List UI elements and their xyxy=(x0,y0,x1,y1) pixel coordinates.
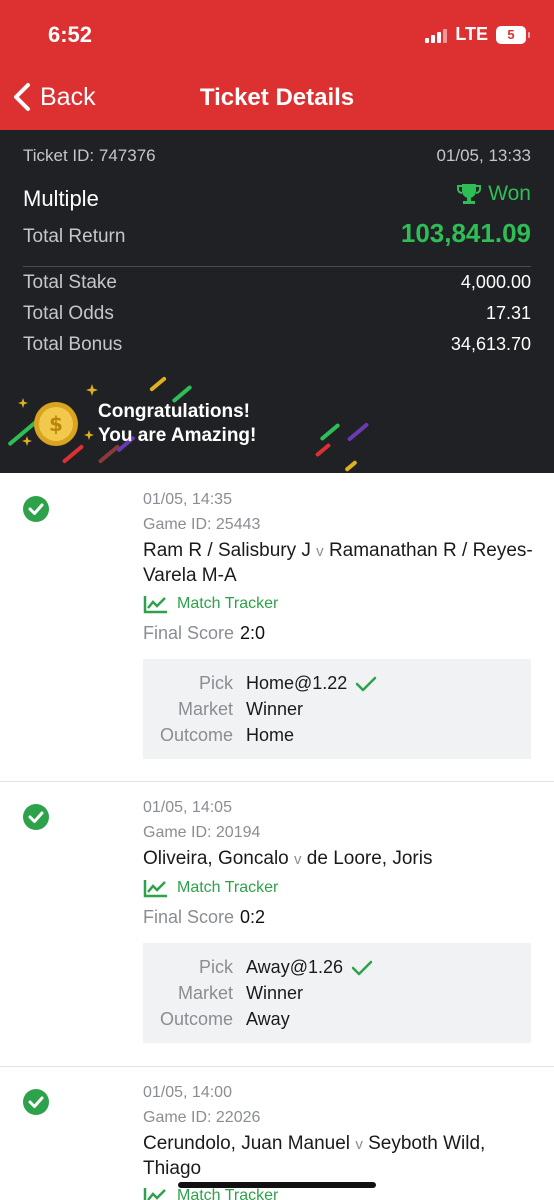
pick-value-row: Away@1.26 xyxy=(246,957,373,978)
chevron-left-icon xyxy=(14,83,30,111)
home-team: Cerundolo, Juan Manuel xyxy=(143,1133,351,1154)
check-icon xyxy=(351,960,373,975)
battery-icon: 5 xyxy=(496,25,530,44)
back-button[interactable]: Back xyxy=(12,82,96,112)
market-value: Winner xyxy=(246,983,304,1003)
total-odds-label: Total Odds xyxy=(23,303,114,324)
game-id: Game ID: 22026 xyxy=(143,1109,261,1126)
coin-icon: $ xyxy=(34,402,78,446)
total-stake-value: 4,000.00 xyxy=(460,272,531,292)
final-score: Final Score 0:2 xyxy=(143,907,265,928)
chart-line-icon xyxy=(143,1188,166,1200)
congrats-message: Congratulations! You are Amazing! xyxy=(98,400,256,448)
market-label: Market xyxy=(177,983,233,1003)
game-id: Game ID: 20194 xyxy=(143,824,261,841)
header: 6:52 LTE 5 Back Ticket Details xyxy=(0,0,554,130)
outcome-label: Outcome xyxy=(159,1009,233,1029)
status-time: 6:52 xyxy=(48,22,93,47)
ticket-date: 01/05, 13:33 xyxy=(436,146,531,165)
status-label: Won xyxy=(488,182,531,205)
home-team: Ram R / Salisbury J xyxy=(143,540,311,561)
pick-value: Home@1.22 xyxy=(246,673,348,693)
match-tracker-label: Match Tracker xyxy=(177,595,279,612)
back-label: Back xyxy=(40,82,96,111)
congrats-line-2: You are Amazing! xyxy=(98,425,257,446)
selection-item: 01/05, 14:35 Game ID: 25443 Ram R / Sali… xyxy=(0,473,554,781)
svg-text:$: $ xyxy=(49,412,63,436)
total-bonus-value: 34,613.70 xyxy=(450,334,531,354)
check-circle-icon xyxy=(23,1089,49,1115)
match-tracker-label: Match Tracker xyxy=(177,879,279,896)
selection-item: 01/05, 14:05 Game ID: 20194 Oliveira, Go… xyxy=(0,782,554,1066)
versus-label: v xyxy=(294,851,302,868)
bet-type: Multiple xyxy=(23,186,99,211)
match-teams: Cerundolo, Juan Manuel v Seyboth Wild, T… xyxy=(143,1132,538,1181)
total-bonus-label: Total Bonus xyxy=(23,334,123,355)
sparkle-icon xyxy=(86,384,98,396)
outcome-value: Home xyxy=(246,725,295,745)
divider xyxy=(23,266,531,267)
sparkle-icon xyxy=(18,398,28,408)
status-indicators: LTE 5 xyxy=(425,24,530,45)
market-label: Market xyxy=(177,699,233,719)
match-tracker-link[interactable]: Match Tracker xyxy=(143,878,278,898)
network-label: LTE xyxy=(455,24,488,44)
match-teams: Ram R / Salisbury J v Ramanathan R / Rey… xyxy=(143,539,538,588)
outcome-value: Away xyxy=(246,1009,290,1029)
match-datetime: 01/05, 14:05 xyxy=(143,799,232,816)
outcome-label: Outcome xyxy=(159,725,233,745)
game-id: Game ID: 25443 xyxy=(143,516,261,533)
congrats-line-1: Congratulations! xyxy=(98,401,250,422)
pick-details: Pick Away@1.26 Market Winner Outcome Awa… xyxy=(143,943,531,1043)
away-team: de Loore, Joris xyxy=(306,848,433,869)
pick-label: Pick xyxy=(198,957,233,977)
sparkle-icon xyxy=(84,430,94,440)
total-return-value: 103,841.09 xyxy=(400,218,531,248)
total-return-label: Total Return xyxy=(23,226,126,247)
ticket-summary: Ticket ID: 747376 01/05, 13:33 Multiple … xyxy=(0,130,554,473)
match-datetime: 01/05, 14:00 xyxy=(143,1084,232,1101)
sparkle-icon xyxy=(22,436,32,446)
home-indicator[interactable] xyxy=(178,1182,376,1188)
signal-icon xyxy=(425,27,448,43)
final-score-label: Final Score xyxy=(143,623,235,643)
pick-value-row: Home@1.22 xyxy=(246,673,377,694)
selection-item: 01/05, 14:00 Game ID: 22026 Cerundolo, J… xyxy=(0,1067,554,1200)
pick-label: Pick xyxy=(198,673,233,693)
versus-label: v xyxy=(316,543,324,560)
check-icon xyxy=(356,676,377,691)
ticket-id: Ticket ID: 747376 xyxy=(23,146,156,165)
market-value: Winner xyxy=(246,699,304,719)
final-score-label: Final Score xyxy=(143,907,235,927)
final-score: Final Score 2:0 xyxy=(143,623,265,644)
versus-label: v xyxy=(355,1136,363,1153)
final-score-value: 0:2 xyxy=(240,907,266,927)
chart-line-icon xyxy=(143,596,167,614)
home-team: Oliveira, Goncalo xyxy=(143,848,289,869)
total-odds-value: 17.31 xyxy=(485,303,531,323)
pick-value: Away@1.26 xyxy=(246,957,343,977)
check-circle-icon xyxy=(23,496,49,522)
final-score-value: 2:0 xyxy=(240,623,266,643)
match-tracker-link[interactable]: Match Tracker xyxy=(143,594,278,614)
trophy-icon xyxy=(457,184,482,204)
pick-details: Pick Home@1.22 Market Winner Outcome Hom… xyxy=(143,659,531,759)
chart-line-icon xyxy=(143,880,167,898)
status-badge: Won xyxy=(456,182,531,206)
match-tracker-link[interactable]: Match Tracker xyxy=(143,1186,278,1200)
total-stake-label: Total Stake xyxy=(23,272,117,293)
check-circle-icon xyxy=(23,804,49,830)
match-datetime: 01/05, 14:35 xyxy=(143,491,232,508)
match-teams: Oliveira, Goncalo v de Loore, Joris xyxy=(143,847,538,872)
match-tracker-label: Match Tracker xyxy=(177,1187,279,1200)
